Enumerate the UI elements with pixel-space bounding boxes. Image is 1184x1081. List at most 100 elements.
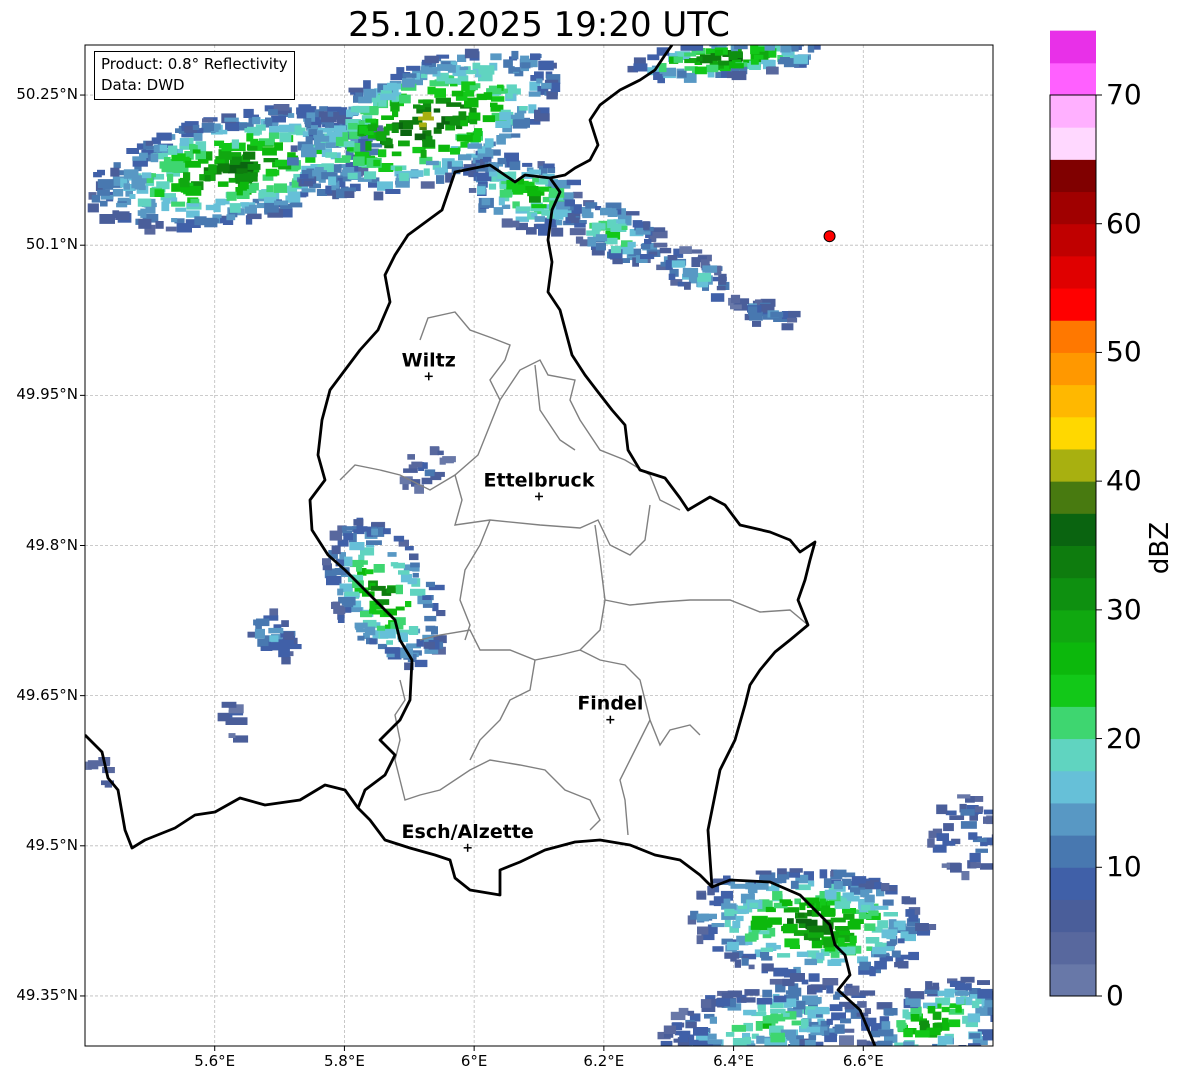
colorbar-segment xyxy=(1050,223,1096,257)
echo-cell xyxy=(679,1033,689,1043)
echo-cell xyxy=(542,196,550,203)
echo-cell xyxy=(361,560,368,565)
echo-cell xyxy=(968,832,978,840)
echo-cell xyxy=(399,172,409,182)
echo-cell xyxy=(993,843,1002,848)
echo-cell xyxy=(213,203,221,213)
lat-label: 50.1°N xyxy=(25,235,78,254)
echo-cell xyxy=(640,254,655,260)
echo-cell xyxy=(685,1021,697,1028)
echo-cell xyxy=(414,133,426,141)
echo-cell xyxy=(754,54,764,60)
echo-cell xyxy=(250,140,265,146)
echo-cell xyxy=(709,45,718,47)
echo-cell xyxy=(869,966,876,977)
echo-cell xyxy=(385,189,401,194)
echo-cell xyxy=(408,626,419,635)
echo-cell xyxy=(910,998,921,1008)
radar-map: Wiltz Ettelbruck Findel Esch/Alzette xyxy=(80,30,1102,1064)
echo-cell xyxy=(403,468,418,473)
echo-cell xyxy=(274,200,289,206)
colorbar-segment xyxy=(1050,320,1096,353)
echo-cell xyxy=(798,912,805,918)
echo-cell xyxy=(287,157,299,166)
echo-cell xyxy=(185,160,201,168)
echo-cell xyxy=(100,200,108,207)
echo-cell xyxy=(476,176,492,182)
echo-cell xyxy=(806,1026,821,1033)
echo-cell xyxy=(498,196,505,206)
echo-cell xyxy=(671,260,686,268)
colorbar-segment xyxy=(1050,127,1096,160)
echo-cell xyxy=(407,454,415,460)
echo-cell xyxy=(240,202,249,207)
echo-cell xyxy=(945,810,957,816)
echo-cell xyxy=(409,553,419,561)
echo-cell xyxy=(653,71,660,80)
echo-cell xyxy=(265,168,278,177)
echo-cell xyxy=(395,166,403,172)
echo-cell xyxy=(165,226,177,232)
echo-cell xyxy=(116,202,128,208)
echo-cell xyxy=(423,168,430,176)
echo-cell xyxy=(366,540,382,545)
echo-cell xyxy=(504,152,519,162)
echo-cell xyxy=(226,191,237,201)
colorbar-segment xyxy=(1050,448,1096,482)
echo-cell xyxy=(509,160,521,171)
echo-cell xyxy=(770,1032,785,1043)
echo-cell xyxy=(999,995,1008,1000)
echo-cell xyxy=(878,1028,894,1037)
echo-cell xyxy=(370,585,386,591)
echo-cell xyxy=(710,293,725,302)
echo-cell xyxy=(523,181,535,187)
echo-cell xyxy=(788,1049,794,1055)
echo-cell xyxy=(129,194,136,199)
echo-cell xyxy=(341,155,352,160)
echo-cell xyxy=(760,951,770,958)
echo-cell xyxy=(134,181,146,190)
echo-cell xyxy=(975,848,988,853)
colorbar-tick-label: 20 xyxy=(1106,721,1142,755)
echo-cell xyxy=(331,545,341,555)
echo-cell xyxy=(417,105,425,110)
echo-cell xyxy=(665,260,673,270)
colorbar-segment xyxy=(1050,384,1096,418)
echo-cell xyxy=(528,91,541,97)
echo-cell xyxy=(398,570,410,575)
echo-cell xyxy=(696,913,709,922)
echo-cell xyxy=(496,135,506,145)
echo-cell xyxy=(493,207,504,215)
echo-cell xyxy=(740,997,756,1003)
echo-cell xyxy=(829,1004,843,1012)
echo-cell xyxy=(391,151,402,157)
echo-cell xyxy=(756,45,764,46)
echo-cell xyxy=(550,82,561,92)
echo-cell xyxy=(521,62,531,69)
echo-cell xyxy=(167,173,174,183)
echo-cell xyxy=(915,923,929,932)
colorbar-tick-label: 10 xyxy=(1106,850,1142,884)
echo-cell xyxy=(365,141,372,151)
echo-cell xyxy=(684,282,691,290)
echo-cell xyxy=(716,285,726,291)
echo-cell xyxy=(410,562,420,568)
echo-cell xyxy=(180,177,190,188)
echo-cell xyxy=(217,712,230,722)
echo-cell xyxy=(902,1009,909,1019)
echo-cell xyxy=(469,85,478,91)
echo-cell xyxy=(924,1056,936,1064)
echo-cell xyxy=(971,1000,980,1009)
echo-cell xyxy=(955,991,970,996)
echo-cell xyxy=(833,869,847,878)
echo-cell xyxy=(937,990,952,996)
echo-cell xyxy=(716,998,731,1007)
echo-cell xyxy=(816,952,824,960)
echo-cell xyxy=(790,880,799,889)
echo-cell xyxy=(766,66,779,75)
echo-cell xyxy=(808,984,818,990)
echo-cell xyxy=(358,120,365,125)
echo-cell xyxy=(434,471,445,477)
echo-cell xyxy=(353,156,365,166)
echo-cell xyxy=(819,869,828,879)
